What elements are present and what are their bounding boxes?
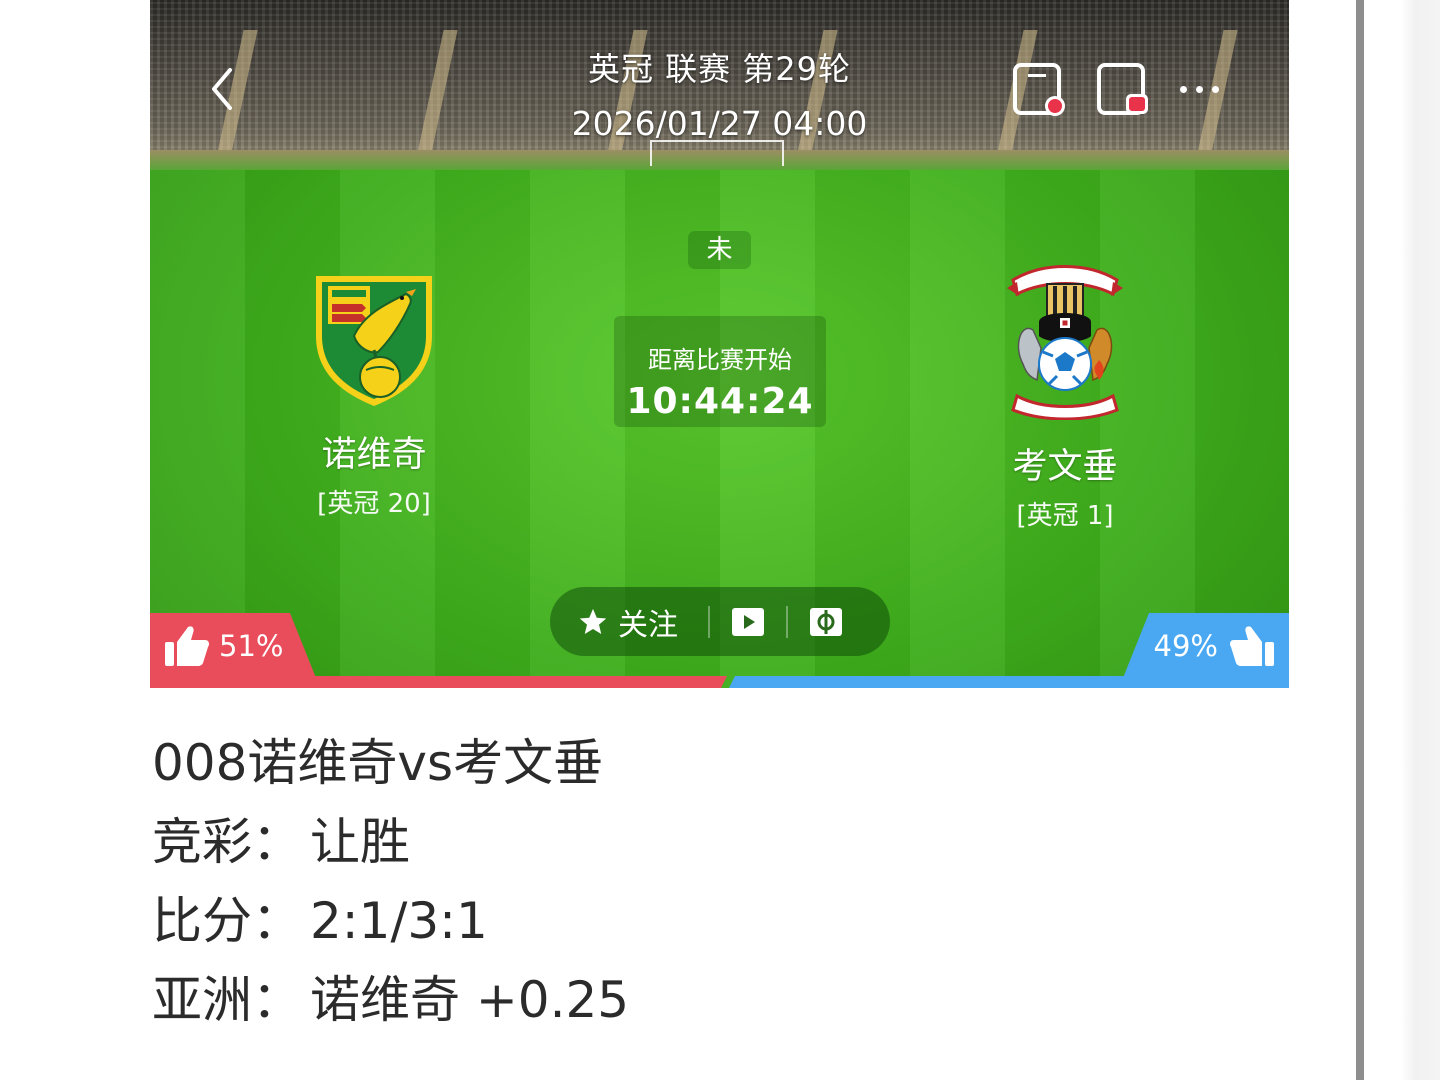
vote-home-pct: 51%	[219, 628, 284, 663]
home-team[interactable]: 诺维奇 [英冠 20]	[264, 274, 484, 520]
page-scroll-edge	[1356, 0, 1440, 1080]
countdown: 距离比赛开始 10:44:24	[614, 316, 826, 427]
prediction-line-jingcai: 竞彩： 让胜	[152, 803, 629, 882]
animation-button[interactable]	[788, 587, 864, 656]
prediction-title: 008诺维奇vs考文垂	[152, 734, 604, 792]
vote-away-button[interactable]: 49%	[1123, 613, 1289, 678]
live-stream-button[interactable]	[1096, 62, 1148, 116]
vote-away-share	[729, 676, 1289, 688]
prediction-label: 比分：	[152, 892, 302, 950]
prediction-label: 亚洲：	[152, 971, 302, 1029]
pitch-icon	[810, 607, 842, 636]
star-icon	[579, 608, 607, 634]
live-data-button[interactable]	[1012, 62, 1065, 116]
countdown-time: 10:44:24	[626, 381, 814, 422]
more-dot	[1196, 85, 1203, 93]
more-dot	[1212, 85, 1219, 93]
live-data-icon	[1013, 63, 1065, 116]
more-button[interactable]	[1180, 62, 1219, 116]
home-team-name: 诺维奇	[321, 435, 427, 475]
match-actions: 关注	[550, 587, 890, 656]
match-header: 英冠 联赛 第29轮 2026/01/27 04:00 未 距离比赛开始 10:…	[150, 0, 1289, 688]
header-actions	[1012, 62, 1219, 116]
prediction-label: 竞彩：	[152, 813, 302, 871]
video-button[interactable]	[710, 587, 786, 656]
follow-button[interactable]: 关注	[550, 600, 708, 644]
norwich-canary-crest-icon	[316, 276, 432, 406]
prediction-line-asian: 亚洲： 诺维奇 +0.25	[152, 961, 629, 1040]
prediction-value: 2:1/3:1	[310, 892, 488, 950]
follow-label: 关注	[618, 607, 678, 643]
away-team[interactable]: 考文垂 [英冠 1]	[955, 260, 1175, 532]
away-team-name: 考文垂	[1012, 447, 1118, 487]
goal-frame	[650, 140, 784, 166]
more-dot	[1180, 85, 1187, 93]
status-badge: 未	[688, 231, 751, 269]
vote-share-bar	[150, 676, 1289, 688]
home-team-rank: [英冠 20]	[317, 489, 431, 519]
prediction-value: 诺维奇 +0.25	[310, 971, 630, 1029]
prediction-line-score: 比分： 2:1/3:1	[152, 882, 629, 961]
play-icon	[732, 607, 764, 636]
coventry-elephant-crest-icon	[1007, 265, 1123, 420]
prediction-value: 让胜	[310, 813, 410, 871]
thumbs-up-icon	[165, 625, 209, 666]
away-team-rank: [英冠 1]	[1016, 501, 1114, 531]
thumbs-up-icon	[1230, 625, 1274, 666]
vote-home-share	[150, 676, 727, 688]
prediction-text: 008诺维奇vs考文垂 竞彩： 让胜 比分： 2:1/3:1 亚洲： 诺维奇 +0.2…	[152, 724, 629, 1040]
countdown-label: 距离比赛开始	[648, 346, 792, 374]
vote-home-button[interactable]: 51%	[150, 613, 316, 678]
vote-away-pct: 49%	[1153, 628, 1218, 663]
live-stream-icon	[1097, 63, 1148, 115]
